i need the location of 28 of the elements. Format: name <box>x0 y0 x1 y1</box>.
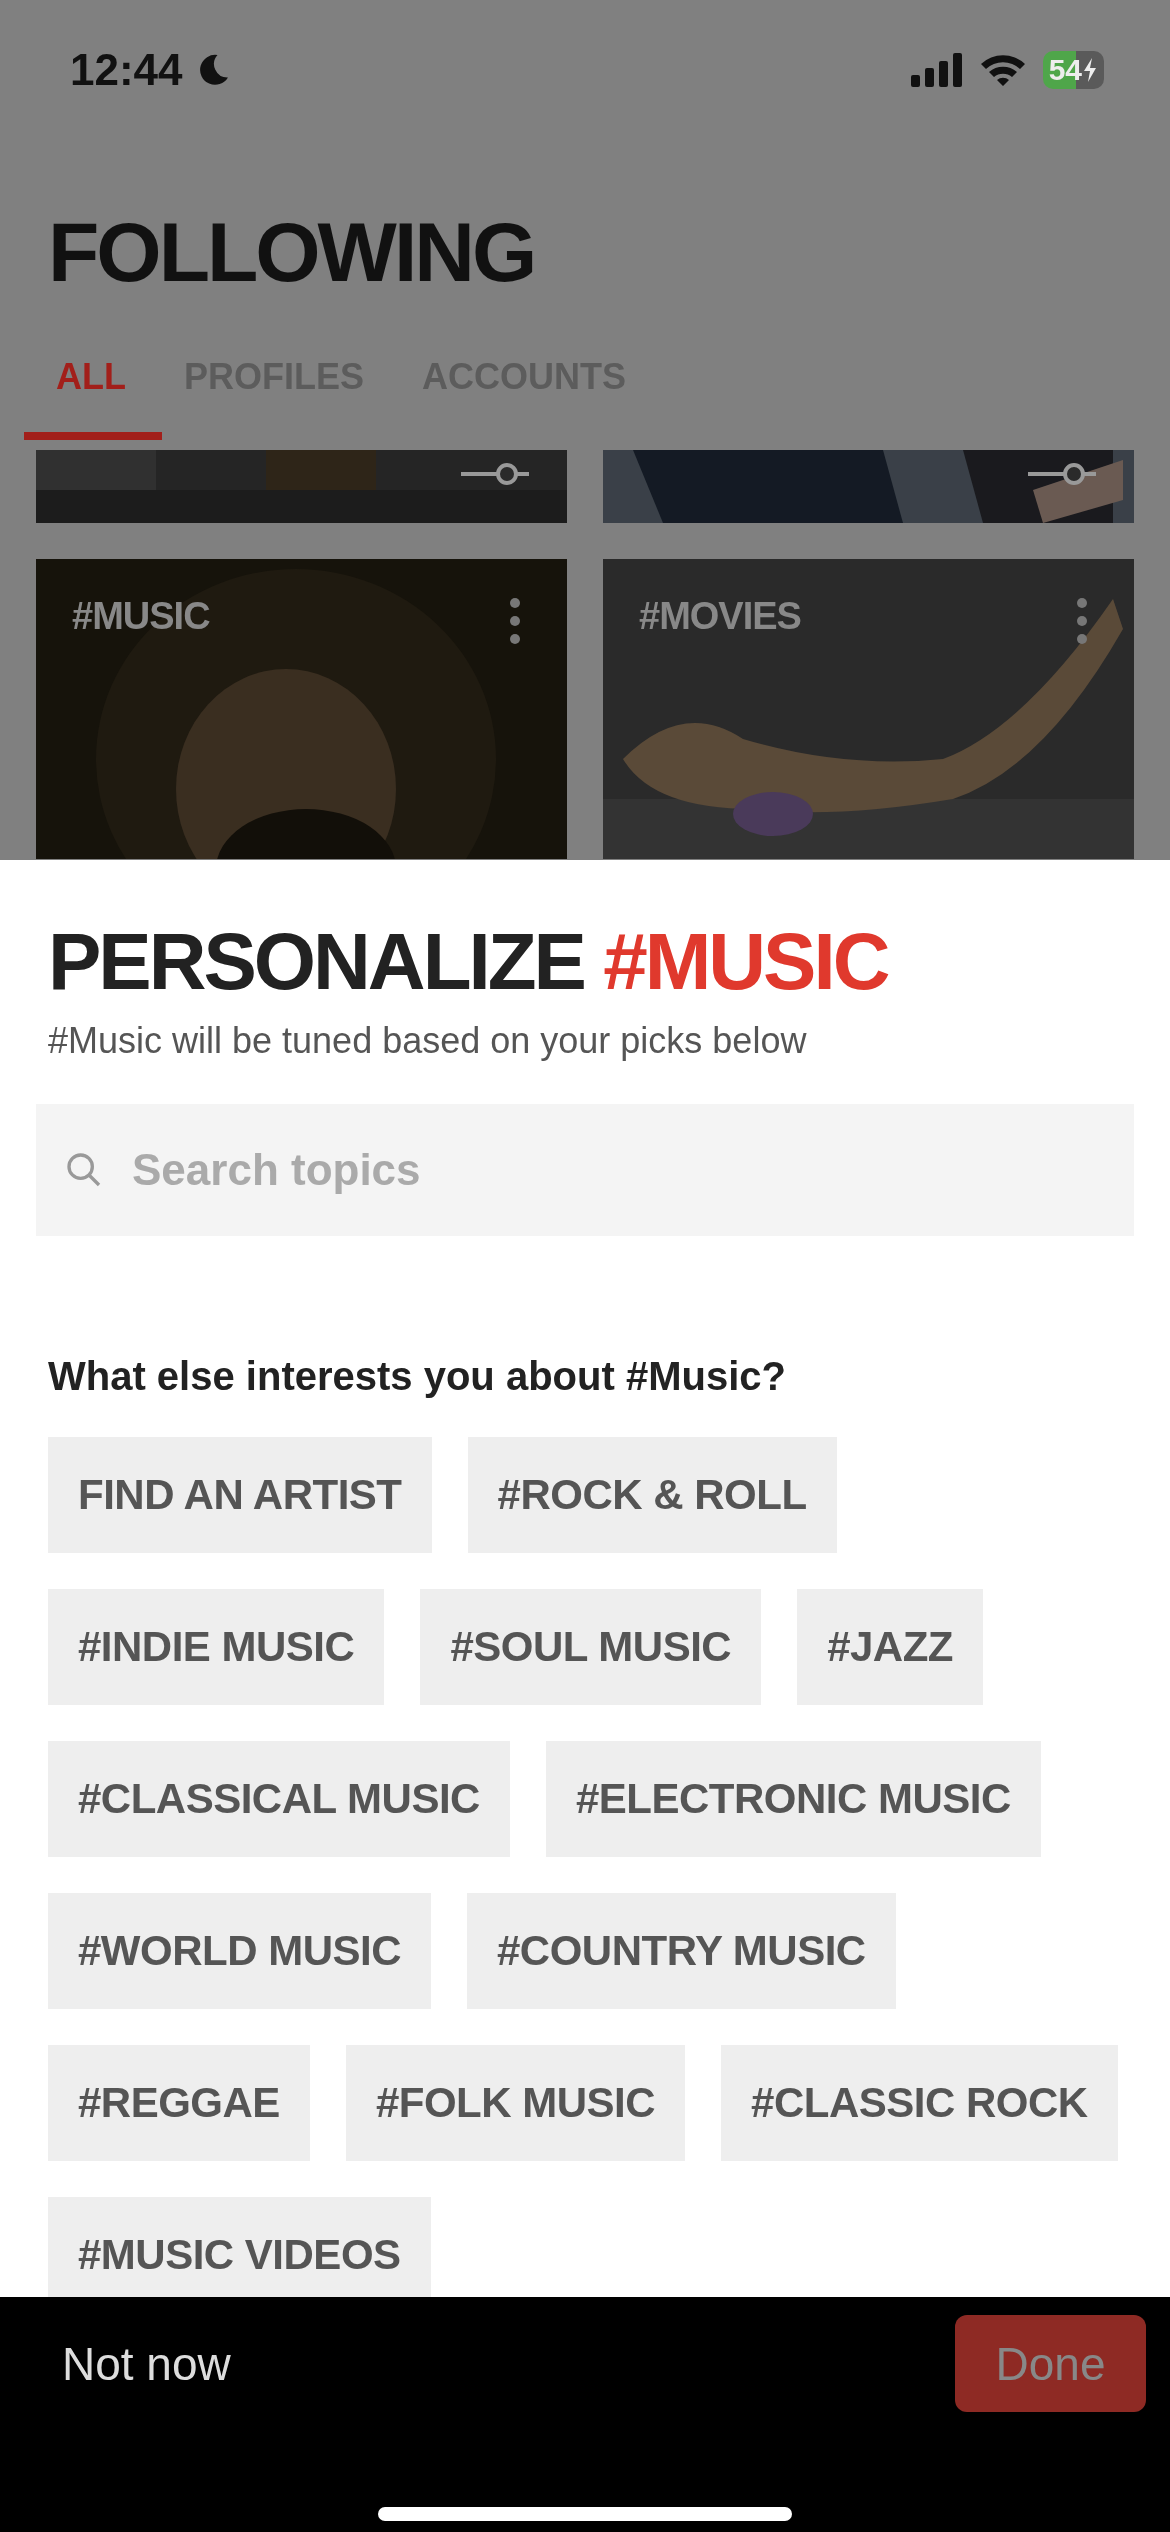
topic-chip[interactable]: #SOUL MUSIC <box>420 1589 762 1705</box>
search-field[interactable]: Search topics <box>36 1104 1134 1236</box>
topic-chip[interactable]: #CLASSIC ROCK <box>721 2045 1118 2161</box>
topic-chip[interactable]: #JAZZ <box>797 1589 983 1705</box>
question: What else interests you about #Music? <box>48 1354 787 1399</box>
topic-chip[interactable]: #REGGAE <box>48 2045 310 2161</box>
topic-chip[interactable]: #ELECTRONIC MUSIC <box>545 1741 1041 1857</box>
battery-icon: 54 <box>1042 51 1104 89</box>
topic-chip[interactable]: #CLASSICAL MUSIC <box>48 1741 510 1857</box>
page-title: FOLLOWING <box>48 204 536 301</box>
topic-chip[interactable]: #ROCK & ROLL <box>467 1437 837 1553</box>
sheet-subtitle: #Music will be tuned based on your picks below <box>48 1020 808 1062</box>
topic-chip[interactable]: #COUNTRY MUSIC <box>467 1893 896 2009</box>
topic-chip[interactable]: #INDIE MUSIC <box>48 1589 385 1705</box>
slider-icon[interactable] <box>1026 462 1098 486</box>
topic-chip[interactable]: #FOLK MUSIC <box>345 2045 686 2161</box>
more-icon[interactable] <box>509 597 521 645</box>
topic-tag: #MOVIES <box>639 595 801 638</box>
more-icon[interactable] <box>1076 597 1088 645</box>
topic-tag: #MUSIC <box>72 595 210 638</box>
topic-chip[interactable]: #WORLD MUSIC <box>48 1893 431 2009</box>
not-now-button[interactable]: Not now <box>62 2336 231 2391</box>
sheet-title: PERSONALIZE #MUSIC <box>48 916 889 1008</box>
slider-icon[interactable] <box>459 462 531 486</box>
topic-chip[interactable]: FIND AN ARTIST <box>48 1437 432 1553</box>
topic-chip[interactable]: #MUSIC VIDEOS <box>48 2197 431 2297</box>
status-time: 12:44 <box>70 45 183 95</box>
signal-icon <box>910 53 963 87</box>
